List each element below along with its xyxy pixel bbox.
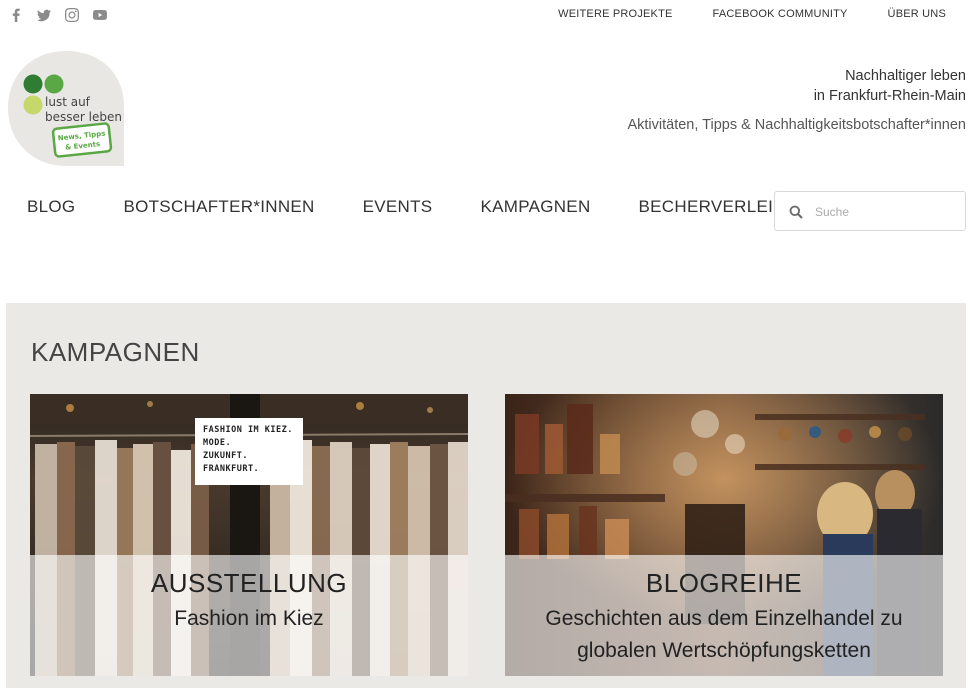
card-subtitle-line2: globalen Wertschöpfungsketten bbox=[577, 639, 871, 662]
youtube-icon[interactable] bbox=[92, 7, 108, 23]
logo-text-line2: besser leben bbox=[45, 110, 122, 124]
nav-item-kampagnen[interactable]: KAMPAGNEN bbox=[480, 197, 590, 217]
tagline-line1: Nachhaltiger leben bbox=[845, 68, 966, 84]
twitter-icon[interactable] bbox=[36, 7, 52, 23]
sign-line: FRANKFURT. bbox=[203, 464, 260, 474]
main-nav: BLOG BOTSCHAFTER*INNEN EVENTS KAMPAGNEN … bbox=[27, 197, 786, 217]
top-link-facebook-community[interactable]: FACEBOOK COMMUNITY bbox=[713, 8, 848, 20]
card-subtitle-line1: Geschichten aus dem Einzelhandel zu bbox=[545, 607, 903, 630]
kampagnen-section: KAMPAGNEN FASHION IM KIEZ. MODE. ZUKUNFT… bbox=[6, 303, 966, 688]
top-link-weitere-projekte[interactable]: WEITERE PROJEKTE bbox=[558, 8, 672, 20]
search-box[interactable] bbox=[774, 191, 966, 231]
site-logo[interactable]: lust auf besser leben News, Tipps & Even… bbox=[8, 51, 124, 166]
card-subtitle: Fashion im Kiez bbox=[174, 607, 324, 630]
instagram-icon[interactable] bbox=[64, 7, 80, 23]
card-overlay: AUSSTELLUNG Fashion im Kiez bbox=[30, 555, 468, 676]
sign-line: ZUKUNFT. bbox=[203, 451, 248, 461]
card-title: AUSSTELLUNG bbox=[150, 568, 348, 598]
top-link-ueber-uns[interactable]: ÜBER UNS bbox=[888, 8, 946, 20]
top-bar: WEITERE PROJEKTE FACEBOOK COMMUNITY ÜBER… bbox=[0, 0, 974, 30]
logo-text-line1: lust auf bbox=[45, 95, 91, 109]
top-links: WEITERE PROJEKTE FACEBOOK COMMUNITY ÜBER… bbox=[558, 8, 946, 20]
search-input[interactable] bbox=[815, 202, 955, 222]
tagline-line3: Aktivitäten, Tipps & Nachhaltigkeitsbots… bbox=[627, 117, 966, 133]
nav-item-botschafter[interactable]: BOTSCHAFTER*INNEN bbox=[123, 197, 314, 217]
facebook-icon[interactable] bbox=[8, 7, 24, 23]
nav-item-blog[interactable]: BLOG bbox=[27, 197, 75, 217]
fashion-sign: FASHION IM KIEZ. MODE. ZUKUNFT. FRANKFUR… bbox=[195, 418, 303, 485]
social-links bbox=[8, 7, 108, 23]
nav-item-becherverleih[interactable]: BECHERVERLEIH bbox=[639, 197, 786, 217]
card-subtitle: Geschichten aus dem Einzelhandel zu glob… bbox=[505, 603, 943, 667]
card-title: BLOGREIHE bbox=[645, 568, 803, 598]
sign-line: MODE. bbox=[203, 438, 232, 448]
tagline-line2: in Frankfurt-Rhein-Main bbox=[813, 88, 966, 104]
site-tagline: Nachhaltiger leben in Frankfurt-Rhein-Ma… bbox=[627, 66, 966, 133]
section-title: KAMPAGNEN bbox=[31, 337, 200, 367]
campaign-card-ausstellung[interactable]: FASHION IM KIEZ. MODE. ZUKUNFT. FRANKFUR… bbox=[30, 394, 468, 676]
campaign-card-blogreihe[interactable]: BLOGREIHE Geschichten aus dem Einzelhand… bbox=[505, 394, 943, 676]
nav-item-events[interactable]: EVENTS bbox=[363, 197, 433, 217]
search-icon[interactable] bbox=[789, 205, 803, 219]
card-overlay: BLOGREIHE Geschichten aus dem Einzelhand… bbox=[505, 555, 943, 676]
sign-line: FASHION IM KIEZ. bbox=[203, 425, 293, 435]
